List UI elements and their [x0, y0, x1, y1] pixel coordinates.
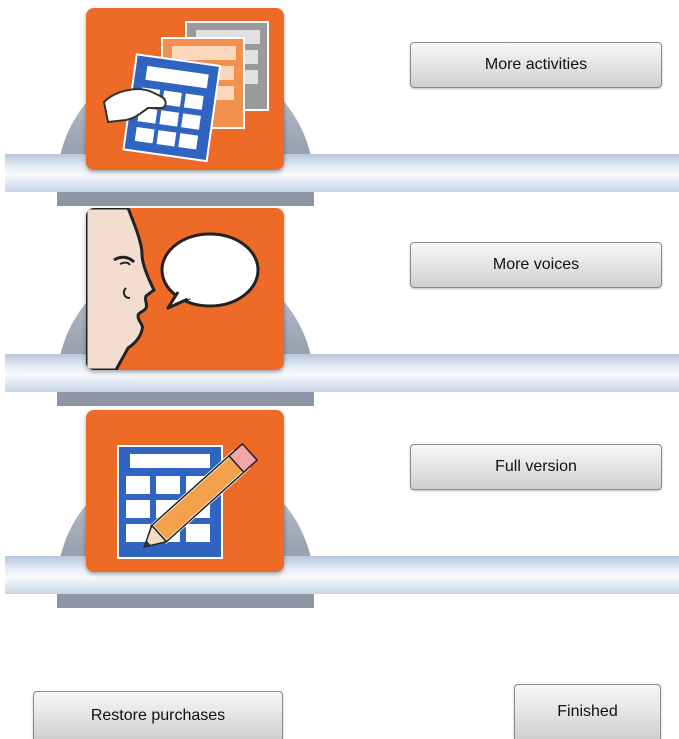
finished-button[interactable]: Finished — [514, 684, 661, 739]
activity-cards-icon[interactable] — [86, 8, 284, 170]
speaking-face-icon[interactable] — [86, 208, 284, 370]
restore-purchases-button[interactable]: Restore purchases — [33, 691, 283, 739]
full-version-button[interactable]: Full version — [410, 444, 662, 490]
more-voices-button[interactable]: More voices — [410, 242, 662, 288]
edit-grid-pencil-icon[interactable] — [86, 410, 284, 572]
voices-row: More voices — [0, 200, 679, 406]
full-version-row: Full version — [0, 402, 679, 608]
activities-row: More activities — [0, 0, 679, 206]
more-activities-button[interactable]: More activities — [410, 42, 662, 88]
